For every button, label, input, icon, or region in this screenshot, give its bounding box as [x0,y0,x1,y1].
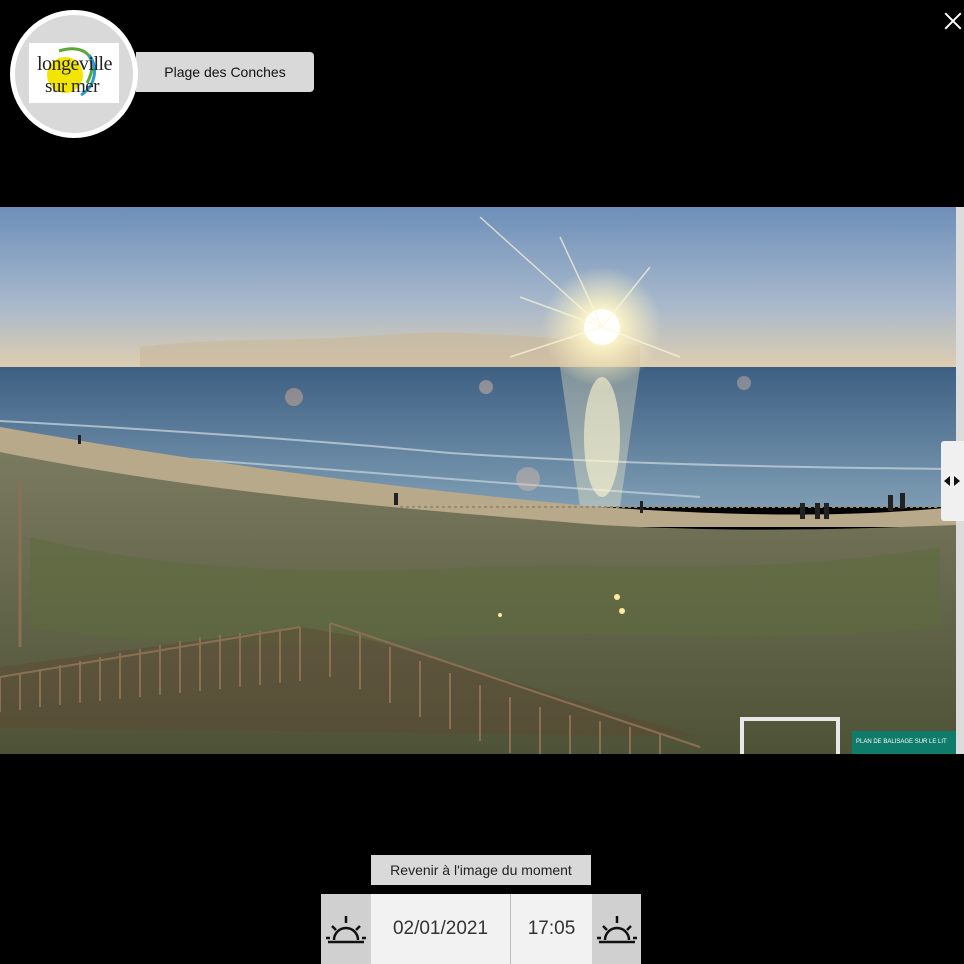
close-icon[interactable] [942,10,964,32]
sunset-button[interactable] [592,894,641,964]
panorama-sign-text: PLAN DE BALISAGE SUR LE LIT [856,739,947,745]
logo-badge: longeville sur mer [29,43,119,103]
time-field[interactable]: 17:05 [511,894,592,964]
panorama-image: PLAN DE BALISAGE SUR LE LIT [0,207,956,754]
date-field[interactable]: 02/01/2021 [371,894,510,964]
logo-text-top: longeville [37,53,112,75]
location-label[interactable]: Plage des Conches [136,52,314,92]
return-to-current-image-button[interactable]: Revenir à l'image du moment [371,855,591,885]
sunrise-button[interactable] [321,894,371,964]
sunset-icon [596,916,637,944]
webcam-panorama[interactable]: PLAN DE BALISAGE SUR LE LIT [0,207,956,754]
logo-text-bottom: sur mer [45,76,100,97]
logo[interactable]: longeville sur mer [10,10,138,138]
pan-arrows-icon[interactable] [941,441,964,521]
sunrise-icon [326,916,366,944]
